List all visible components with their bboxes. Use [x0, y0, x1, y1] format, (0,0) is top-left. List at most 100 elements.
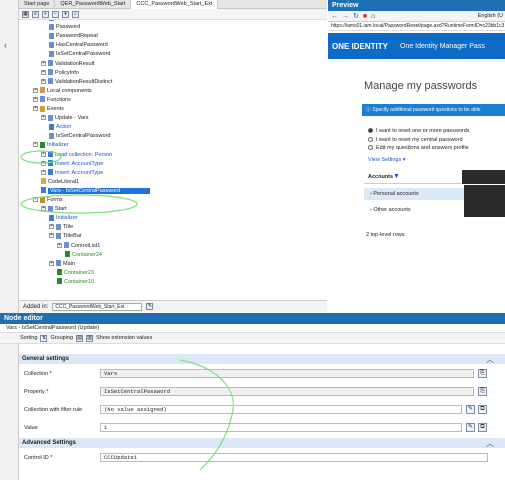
- tree-node-label: Title: [63, 224, 74, 231]
- annotation-overlay: [20, 150, 138, 214]
- annotation-scribble: [179, 359, 234, 471]
- node-icon: [57, 269, 62, 276]
- option-reset-central[interactable]: I want to reset my central password: [368, 136, 470, 145]
- tree-node[interactable]: + ValidationResult: [41, 60, 94, 69]
- group-icon[interactable]: ▤: [76, 334, 84, 342]
- added-in-field[interactable]: CCC_PasswordWeb_Start_Ext: [52, 302, 143, 311]
- tree-node-label: Vars: [56, 20, 67, 21]
- added-in-label: Added in:: [23, 303, 49, 310]
- property-edit-icon[interactable]: ⎘: [478, 387, 487, 396]
- expand-toggle-icon[interactable]: +: [49, 224, 54, 230]
- back-arrow-icon[interactable]: ←: [331, 13, 338, 20]
- tree-node[interactable]: + Events: [33, 105, 64, 114]
- tree-node[interactable]: + Title: [49, 223, 73, 232]
- node-editor-title: Node editor: [0, 313, 505, 324]
- stop-icon[interactable]: ■: [363, 13, 367, 20]
- filter-expand-icon[interactable]: ⧉: [478, 405, 487, 414]
- refresh-icon[interactable]: ↻: [353, 12, 359, 20]
- tree-node[interactable]: Container24: [65, 251, 102, 260]
- tree-node[interactable]: Password: [49, 23, 80, 32]
- tree-node[interactable]: + Main: [49, 260, 75, 269]
- value-field[interactable]: 1: [100, 423, 462, 432]
- tree-node[interactable]: IsSetCentralPassword: [49, 50, 110, 59]
- group-alt-icon[interactable]: ▥: [86, 334, 94, 342]
- tree-node[interactable]: + Local components: [33, 87, 92, 96]
- expand-icon[interactable]: +: [42, 10, 49, 18]
- expand-toggle-icon[interactable]: +: [33, 96, 38, 102]
- value-expand-icon[interactable]: ⧉: [478, 423, 487, 432]
- collapse-chevron-icon[interactable]: ︿: [486, 354, 494, 365]
- tree-node[interactable]: + TitleBar: [49, 232, 82, 241]
- tree-node-label: ControlList1: [71, 242, 101, 249]
- sort-icon[interactable]: ⇅: [40, 334, 48, 342]
- tree-node-label: Action: [56, 124, 72, 131]
- info-banner: ⓘ Specify additional password questions …: [362, 104, 505, 116]
- tree-node[interactable]: + Update - Vars: [41, 114, 89, 123]
- advanced-settings-header[interactable]: Advanced Settings: [19, 438, 505, 448]
- home-icon[interactable]: ⌂: [371, 13, 375, 20]
- grid-icon[interactable]: ▦: [22, 10, 29, 18]
- tab-qer-passwordweb-start[interactable]: QER_PasswordWeb_Start: [55, 0, 132, 9]
- address-bar[interactable]: https://iams01.iam.local/PasswordReset/p…: [328, 22, 505, 31]
- control-id-field[interactable]: CCCUpdate1: [100, 453, 488, 462]
- filter-icon[interactable]: ▾: [62, 10, 69, 18]
- collection-select[interactable]: Vars: [100, 369, 474, 378]
- tree-node[interactable]: + PolicyInfo: [41, 69, 79, 78]
- back-icon[interactable]: ‹: [4, 40, 14, 50]
- left-dock-strip: ‹: [0, 0, 19, 480]
- advanced-chevron-icon[interactable]: ︿: [486, 438, 494, 449]
- view-settings-link[interactable]: View Settings ▾: [368, 157, 406, 163]
- expand-toggle-icon[interactable]: +: [49, 260, 54, 266]
- tree-node[interactable]: + ControlList1: [57, 242, 100, 251]
- accounts-label: Accounts: [368, 174, 394, 180]
- personal-accounts-row[interactable]: › Personal accounts: [364, 188, 464, 200]
- expand-toggle-icon[interactable]: +: [41, 78, 46, 84]
- tree-node[interactable]: Container23: [57, 269, 94, 278]
- node-icon: [40, 87, 45, 94]
- filter-edit-icon[interactable]: ✎: [466, 405, 475, 414]
- tree-view-icon[interactable]: ≡: [32, 10, 39, 18]
- tree-node-label: Local components: [47, 87, 92, 94]
- property-select[interactable]: IsSetCentralPassword: [100, 387, 474, 396]
- tree-node[interactable]: HasCentralPassword: [49, 41, 108, 50]
- filter-rule-field[interactable]: (No value assigned): [100, 405, 462, 414]
- expand-toggle-icon[interactable]: +: [41, 115, 46, 121]
- sorting-label: Sorting: [20, 335, 38, 341]
- expand-toggle-icon[interactable]: +: [33, 106, 38, 112]
- tree-node[interactable]: + Functions: [33, 96, 71, 105]
- collapse-icon[interactable]: −: [52, 10, 59, 18]
- other-accounts-row[interactable]: › Other accounts: [364, 204, 464, 216]
- search-icon[interactable]: ⌕: [72, 10, 79, 18]
- option-edit-questions[interactable]: Edit my questions and answers profile: [368, 144, 470, 153]
- tab-start-page[interactable]: Start page: [19, 0, 56, 9]
- expand-toggle-icon[interactable]: +: [33, 87, 38, 93]
- forward-arrow-icon[interactable]: →: [342, 13, 349, 20]
- tree-node-label: Container24: [72, 251, 102, 258]
- value-edit-icon[interactable]: ✎: [466, 423, 475, 432]
- tree-node[interactable]: IsSetCentralPassword: [49, 132, 110, 141]
- tree-node[interactable]: Container10: [57, 278, 94, 287]
- node-icon: [40, 141, 45, 148]
- option-reset-passwords[interactable]: I want to reset one or more passwords: [368, 127, 470, 136]
- tree-node[interactable]: + ValidationResultDistinct: [41, 78, 112, 87]
- expand-toggle-icon[interactable]: +: [41, 60, 46, 66]
- expand-toggle-icon[interactable]: +: [41, 69, 46, 75]
- language-select[interactable]: English (U: [478, 13, 505, 19]
- expand-toggle-icon[interactable]: +: [49, 233, 54, 239]
- tab-ccc-passwordweb-start-ext[interactable]: CCC_PasswordWeb_Start_Ext: [131, 0, 219, 9]
- expand-toggle-icon[interactable]: +: [57, 242, 62, 248]
- expand-toggle-icon[interactable]: +: [33, 142, 38, 148]
- node-icon: [40, 96, 45, 103]
- tree-node[interactable]: PasswordRepeat: [49, 32, 98, 41]
- node-editor-toolbar: Sorting ⇅ Grouping ▤ ▥ Show extension va…: [0, 333, 505, 344]
- tree-node[interactable]: Action: [49, 123, 71, 132]
- collection-edit-icon[interactable]: ⎘: [478, 369, 487, 378]
- tree-node-label: IsSetCentralPassword: [56, 133, 111, 140]
- tree-node-label: IsSetCentralPassword: [56, 51, 111, 58]
- general-settings-header[interactable]: General settings: [19, 354, 505, 364]
- filter-icon[interactable]: ▼: [393, 173, 400, 180]
- edit-icon[interactable]: ✎: [146, 303, 154, 310]
- tree-node-label: Functions: [47, 96, 71, 103]
- show-extension-values-toggle[interactable]: Show extension values: [96, 335, 152, 341]
- node-icon: [56, 232, 61, 239]
